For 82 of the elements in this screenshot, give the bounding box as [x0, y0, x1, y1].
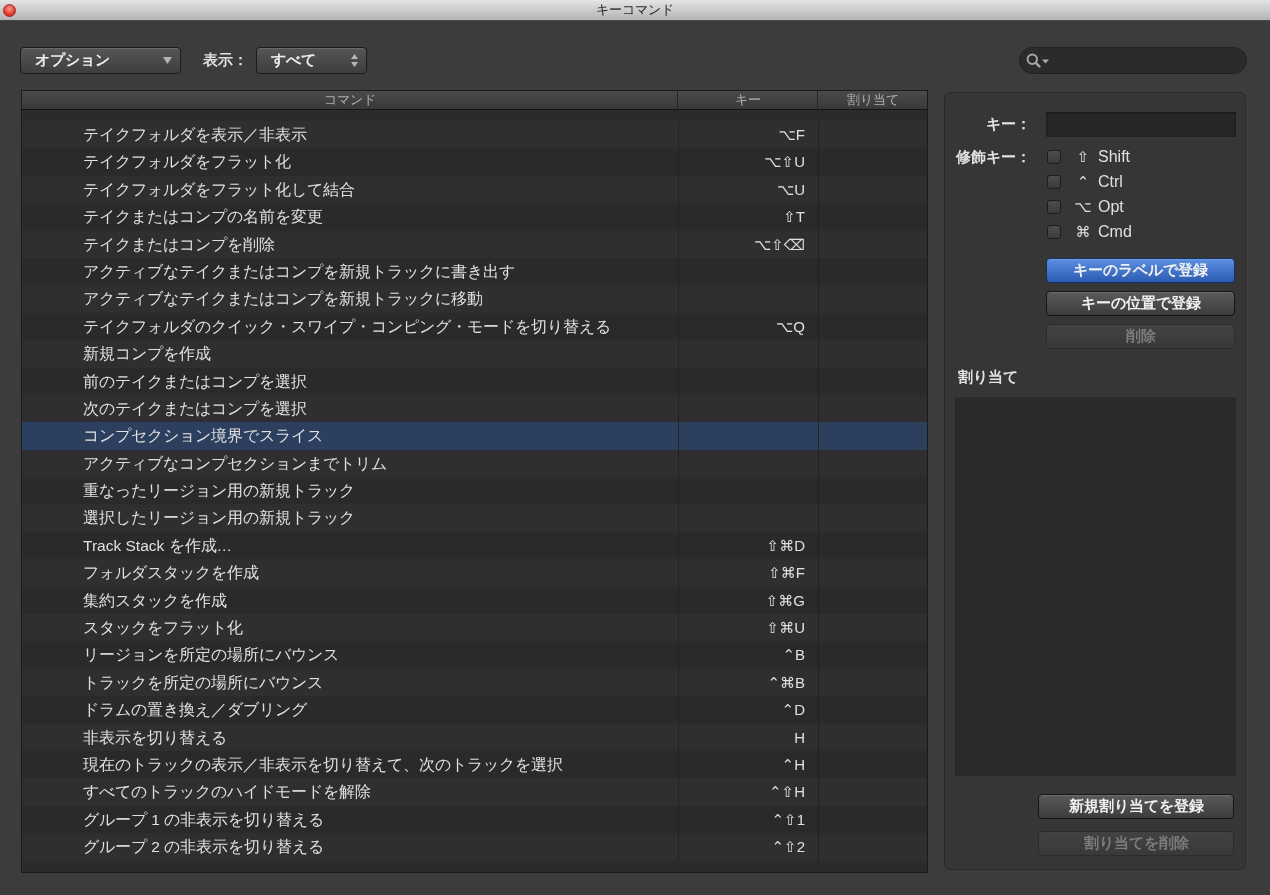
table-row[interactable]: 新規コンプを作成 [22, 340, 927, 368]
checkbox[interactable] [1047, 174, 1061, 189]
command-cell-text: すべてのトラックのハイドモードを解除 [82, 782, 372, 803]
command-cell-text: 現在のトラックの表示／非表示を切り替えて、次のトラックを選択 [82, 755, 564, 775]
command-cell-text: 非表示を切り替える [82, 727, 228, 748]
table-row[interactable]: フォルダスタックを作成 ⇧⌘F [22, 559, 927, 587]
command-cell-text: グループ 2 の非表示を切り替える [82, 837, 326, 858]
command-cell-text: トラックを所定の場所にバウンス [82, 672, 324, 693]
column-header[interactable]: 割り当て [818, 91, 927, 110]
checkbox[interactable] [1047, 149, 1061, 164]
column-header[interactable]: キー [678, 91, 818, 110]
command-cell-text: テイクフォルダのクイック・スワイプ・コンピング・モードを切り替える [82, 316, 612, 337]
checkbox[interactable] [1047, 199, 1061, 214]
modifier-symbol: ⌃ [1075, 172, 1091, 191]
modifier-symbol: ⌥ [1074, 197, 1092, 216]
table-row[interactable]: グループ 2 の非表示を切り替える ⌃⇧2 [22, 833, 927, 861]
command-cell-text: フォルダスタックを作成 [82, 563, 260, 584]
command-cell-text: 次のテイクまたはコンプを選択 [82, 398, 308, 419]
modifier-symbol: ⇧ [1075, 147, 1091, 166]
table-row[interactable]: アクティブなテイクまたはコンプを新規トラックに移動 [22, 285, 927, 313]
command-cell-text: アクティブなテイクまたはコンプを新規トラックに書き出す [82, 261, 516, 282]
command-cell-text: グループ 1 の非表示を切り替える [82, 809, 326, 830]
checkbox[interactable] [1047, 224, 1061, 239]
command-cell-text: アクティブなコンプセクションまでトリム [82, 453, 388, 474]
key-cell: ⌃⇧H [678, 778, 818, 806]
key-cell: H [678, 723, 818, 751]
column-header[interactable]: コマンド [22, 91, 678, 110]
key-cell: ⇧⌘F [678, 559, 818, 587]
command-cell-text: アクティブなテイクまたはコンプを新規トラックに移動 [82, 289, 484, 310]
command-cell-text: テイクフォルダをフラット化 [82, 152, 292, 173]
command-cell-text: テイクまたはコンプの名前を変更 [82, 207, 324, 228]
key-label: キー： [985, 115, 1031, 134]
table-row[interactable]: トラックを所定の場所にバウンス ⌃⌘B [22, 668, 927, 697]
register-button[interactable]: キーの位置で登録 [1046, 291, 1235, 316]
table-row[interactable]: スタックをフラット化 ⇧⌘U [22, 614, 927, 642]
caret-icon [163, 57, 172, 64]
modifier-label: Shift [1098, 147, 1130, 166]
key-cell: ⌥⇧⌫ [678, 230, 818, 258]
view-popup[interactable]: すべて [256, 47, 367, 74]
key-cell: ⌃B [678, 641, 818, 669]
command-cell-text: リージョンを所定の場所にバウンス [82, 645, 340, 666]
view-label: 表示： [203, 51, 248, 70]
window-title: キーコマンド [595, 1, 675, 19]
command-cell-text: スタックをフラット化 [82, 618, 244, 639]
assignment-button[interactable]: 新規割り当てを登録 [1038, 794, 1234, 819]
command-cell-text: 集約スタックを作成 [82, 590, 228, 611]
command-cell-text: 選択したリージョン用の新規トラック [82, 508, 356, 529]
key-cell: ⌥⇧U [678, 148, 818, 176]
command-cell-text: コンプセクション境界でスライス [82, 426, 324, 447]
modifier-symbol: ⌘ [1074, 222, 1092, 241]
options-popup[interactable]: オプション [20, 47, 181, 74]
table-row[interactable]: 次のテイクまたはコンプを選択 [22, 394, 927, 423]
table-row[interactable]: テイクフォルダをフラット化して結合 ⌥U [22, 175, 927, 204]
command-cell-text: 新規コンプを作成 [82, 344, 212, 365]
table-row[interactable]: コンプセクション境界でスライス [22, 422, 927, 450]
key-cell: ⌃⇧2 [678, 833, 818, 861]
table-row[interactable]: 非表示を切り替える H [22, 723, 927, 751]
command-cell-text: テイクフォルダをフラット化して結合 [82, 179, 356, 200]
command-cell-text: 前のテイクまたはコンプを選択 [82, 371, 308, 392]
table-row[interactable]: テイクフォルダを表示／非表示 ⌥F [22, 121, 927, 149]
command-cell-text: Track Stack を作成… [82, 535, 234, 556]
key-cell: ⌃D [678, 696, 818, 724]
table-row[interactable]: アクティブなコンプセクションまでトリム [22, 449, 927, 478]
modifier-label: Ctrl [1098, 172, 1123, 191]
close-button[interactable] [3, 3, 16, 17]
table-row[interactable]: テイクまたはコンプを削除 ⌥⇧⌫ [22, 230, 927, 258]
command-cell-text: テイクフォルダを表示／非表示 [82, 125, 308, 145]
key-field[interactable] [1046, 112, 1236, 137]
modifier-label: Opt [1098, 197, 1124, 216]
table-row[interactable]: 選択したリージョン用の新規トラック [22, 504, 927, 532]
search-icon [1026, 53, 1050, 68]
command-cell-text: テイクまたはコンプを削除 [82, 234, 276, 255]
modifier-label: Cmd [1098, 222, 1132, 241]
command-cell-text: 重なったリージョン用の新規トラック [82, 481, 356, 502]
modifiers-label: 修飾キー： [955, 147, 1031, 167]
command-cell-text: ドラムの置き換え／ダブリング [82, 700, 308, 721]
key-cell: ⇧T [678, 203, 818, 231]
up-down-arrows-icon [351, 54, 358, 67]
table-row[interactable]: すべてのトラックのハイドモードを解除 ⌃⇧H [22, 778, 927, 806]
assignments-label: 割り当て [958, 367, 1019, 387]
search-field[interactable] [1019, 47, 1247, 74]
register-button[interactable]: キーのラベルで登録 [1046, 258, 1235, 283]
